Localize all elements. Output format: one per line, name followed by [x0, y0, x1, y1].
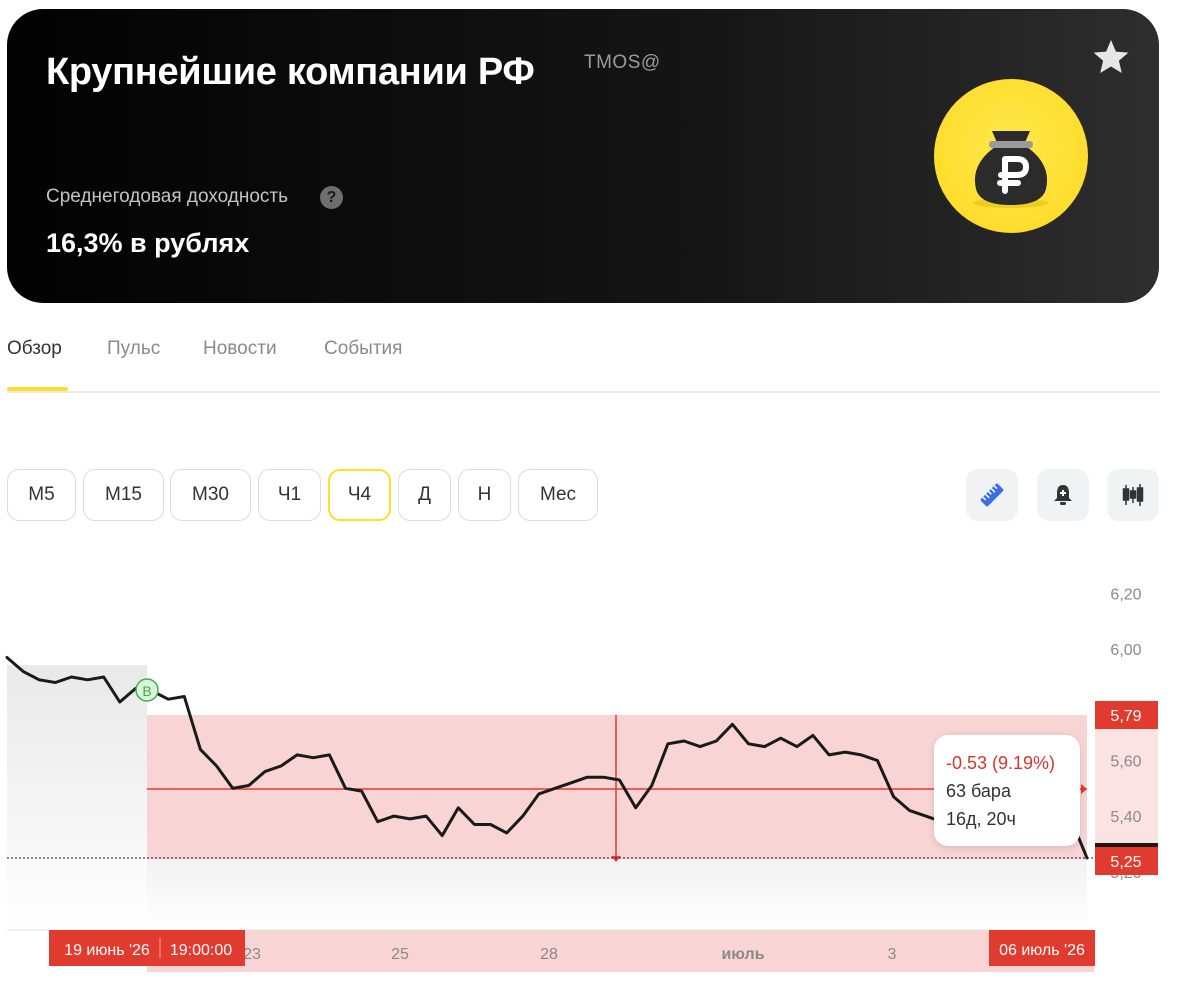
x-tick-label: 3 [888, 946, 897, 963]
timeframe-d[interactable]: Д [398, 469, 451, 521]
y-tick-label: 5,60 [1110, 753, 1141, 770]
star-icon[interactable] [1091, 37, 1131, 77]
tab-pulse[interactable]: Пульс [107, 338, 160, 360]
money-bag-ruble-icon [934, 79, 1088, 233]
timeframe-w[interactable]: Н [458, 469, 511, 521]
measure-change: -0.53 (9.19%) [946, 753, 1056, 773]
range-high-label: 5,79 [1110, 708, 1141, 725]
y-tick-label: 6,00 [1110, 642, 1141, 659]
timeframe-m5[interactable]: M5 [7, 469, 76, 521]
measure-duration: 16д, 20ч [946, 809, 1016, 829]
measure-bars: 63 бара [946, 781, 1011, 801]
yield-label: Среднегодовая доходность [46, 186, 289, 207]
measure-tooltip: -0.53 (9.19%) 63 бара 16д, 20ч [934, 735, 1080, 846]
section-tabs: Обзор Пульс Новости События [7, 320, 1159, 393]
fund-ticker: TMOS@ [584, 52, 661, 73]
x-tick-label: 28 [540, 946, 558, 963]
fund-header-card: Крупнейшие компании РФ TMOS@ Среднегодов… [7, 9, 1159, 303]
tab-events[interactable]: События [324, 338, 402, 360]
add-alert-bell-icon[interactable] [1037, 469, 1089, 521]
timeframe-m30[interactable]: M30 [170, 469, 251, 521]
measure-axis-band [147, 930, 1094, 972]
below-range-area [147, 859, 1087, 930]
last-price-label: 5,25 [1110, 854, 1141, 871]
price-axis-band [1095, 715, 1158, 859]
ruler-icon[interactable] [966, 469, 1018, 521]
y-tick-label: 6,20 [1110, 586, 1141, 603]
range-start-date: 19 июнь '26 [64, 942, 150, 959]
range-end-date: 06 июль '26 [999, 942, 1085, 959]
candles-icon[interactable] [1107, 469, 1159, 521]
x-tick-label: 23 [243, 946, 261, 963]
fund-title: Крупнейшие компании РФ [46, 51, 535, 93]
timeframe-month[interactable]: Мес [518, 469, 598, 521]
timeframe-m15[interactable]: M15 [83, 469, 164, 521]
tab-overview[interactable]: Обзор [7, 338, 62, 360]
active-tab-indicator [7, 387, 68, 391]
range-start-time: 19:00:00 [170, 942, 232, 959]
tab-news[interactable]: Новости [203, 338, 277, 360]
y-tick-label: 5,40 [1110, 809, 1141, 826]
help-icon[interactable]: ? [320, 186, 343, 209]
timeframe-h4[interactable]: Ч4 [328, 469, 391, 521]
yield-value: 16,3% в рублях [46, 228, 250, 258]
x-tick-label: 25 [391, 946, 409, 963]
timeframe-h1[interactable]: Ч1 [258, 469, 321, 521]
buy-marker-label: B [142, 683, 151, 699]
pre-range-area [7, 665, 147, 930]
x-tick-label: июль [721, 946, 764, 963]
